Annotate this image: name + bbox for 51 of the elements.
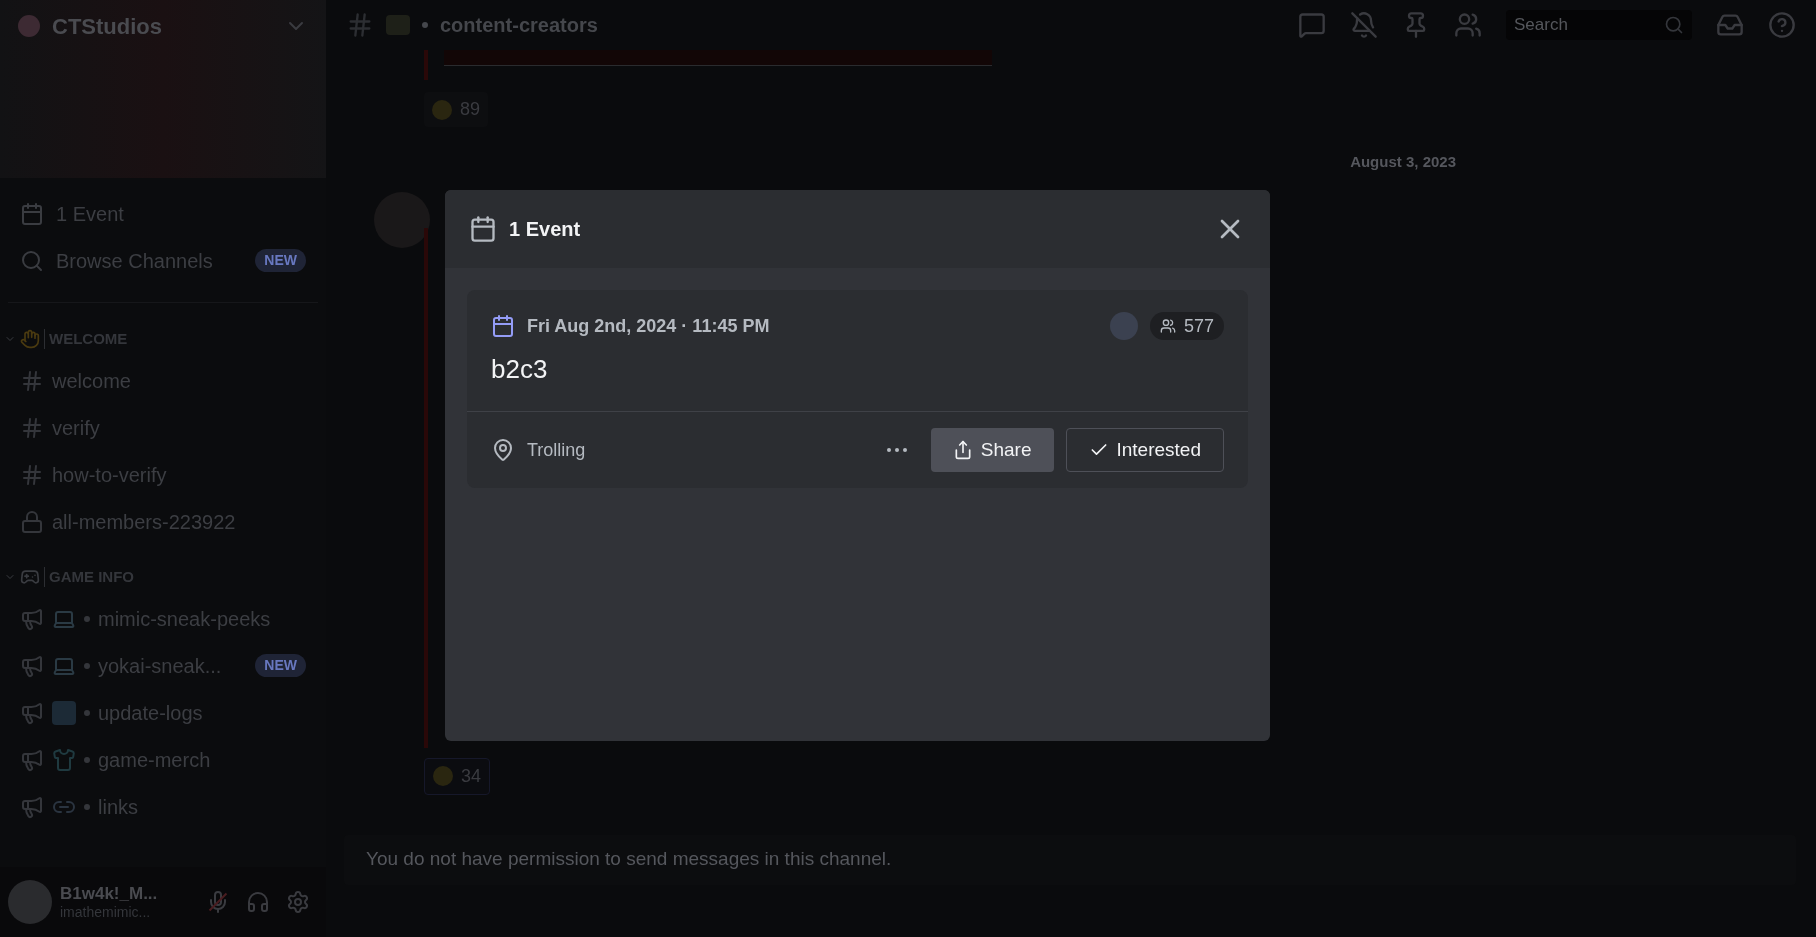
search-field[interactable]: Search [1506,10,1692,40]
threads-icon[interactable] [1298,11,1326,39]
user-name: B1w4k!_M... [60,882,158,904]
search-icon [1664,15,1684,35]
calendar-icon [20,201,44,226]
permission-notice: You do not have permission to send messages in this channel. [366,847,892,872]
megaphone-icon [20,653,44,678]
location-pin-icon [491,438,515,462]
megaphone-icon [20,700,44,725]
event-location: Trolling [527,438,586,462]
settings-icon[interactable] [286,890,310,914]
channel-title: content-creators [440,13,598,38]
bullet-icon [84,615,90,622]
new-badge: NEW [255,654,306,677]
gamepad-icon [20,567,40,587]
megaphone-icon [20,794,44,819]
calendar-icon [469,215,497,243]
hash-icon [20,415,44,440]
modal-title: 1 Event [509,217,581,242]
server-icon [18,15,40,37]
headphones-icon[interactable] [246,890,270,914]
bullet-icon [84,756,90,763]
event-datetime: Fri Aug 2nd, 2024 · 11:45 PM [527,314,770,338]
share-button[interactable]: Share [930,428,1054,472]
members-icon[interactable] [1454,11,1482,39]
people-icon [1159,318,1176,334]
interested-button[interactable]: Interested [1065,428,1224,472]
lock-icon [20,509,44,534]
new-badge: NEW [255,249,306,272]
more-button[interactable] [886,448,907,452]
date-divider: August 3, 2023 [1350,152,1456,172]
hash-icon [20,368,44,393]
more-icon [886,448,907,452]
new-square-icon [52,700,76,725]
interested-count: 577 [1149,312,1224,340]
megaphone-icon [20,606,44,631]
avatar [1109,312,1138,340]
shirt-icon [52,747,76,772]
megaphone-icon [20,747,44,772]
calendar-icon [491,314,515,338]
bullet-icon [84,662,90,669]
bullet-icon [422,22,428,28]
bullet-icon [84,709,90,716]
server-name[interactable]: CTStudios [52,9,162,43]
hash-icon [20,462,44,487]
bullet-icon [84,803,90,810]
avatar[interactable] [8,880,52,924]
bell-off-icon[interactable] [1350,11,1378,39]
waving-hand-icon [20,329,40,349]
event-title: b2c3 [490,353,549,386]
help-icon[interactable] [1768,11,1796,39]
